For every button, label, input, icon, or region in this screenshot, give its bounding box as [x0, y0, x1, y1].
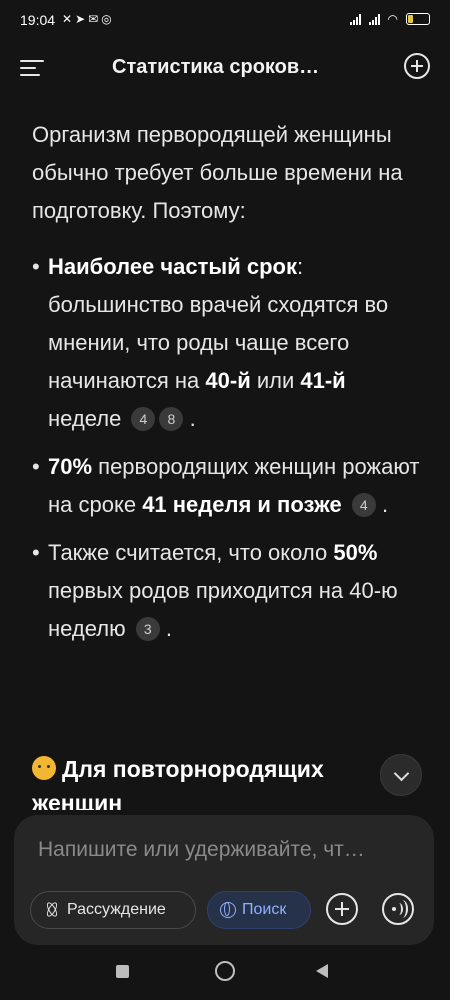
bold-text: 70% [48, 454, 93, 479]
text: . [165, 616, 172, 641]
status-bar: 19:04 ✕➤✉◎ ◠ 27 [0, 0, 450, 44]
reasoning-label: Рассуждение [67, 901, 166, 918]
menu-icon[interactable] [20, 56, 46, 80]
battery-level: 27 [412, 13, 423, 23]
back-icon[interactable] [316, 964, 328, 978]
list-item: Наиболее частый срок: большинство врачей… [32, 248, 422, 438]
search-label: Поиск [242, 901, 287, 918]
citation-badge[interactable]: 8 [159, 407, 184, 431]
notification-icons: ✕➤✉◎ [62, 12, 115, 26]
message-input[interactable] [36, 829, 420, 871]
bold-text: Наиболее частый срок [48, 254, 297, 279]
search-button[interactable]: Поиск [207, 891, 311, 929]
message-composer: Рассуждение Поиск [14, 815, 434, 945]
section-heading: Для повторнородящих женщин [32, 752, 372, 810]
text: . [189, 406, 196, 431]
new-chat-icon[interactable] [404, 53, 430, 79]
status-time: 19:04 [20, 12, 56, 28]
chat-message: Организм первородящей женщины обычно тре… [32, 116, 422, 658]
citation-badge[interactable]: 4 [351, 493, 376, 517]
system-icons: ◠ 27 [349, 12, 430, 26]
text: неделе [48, 406, 122, 431]
text: или [250, 368, 301, 393]
wifi-icon: ◠ [387, 12, 398, 26]
text: . [381, 492, 389, 517]
recents-icon[interactable] [116, 965, 129, 978]
list-item: Также считается, что около 50% первых ро… [32, 534, 422, 648]
home-icon[interactable] [215, 961, 235, 981]
system-nav-bar [0, 955, 450, 1000]
citation-badge[interactable]: 4 [131, 407, 156, 431]
message-intro: Организм первородящей женщины обычно тре… [32, 122, 403, 223]
muted-icon: ✕ [62, 12, 76, 26]
telegram-icon: ➤ [75, 12, 89, 26]
chat-title[interactable]: Статистика сроков… [112, 56, 319, 79]
scroll-down-icon[interactable] [380, 754, 422, 796]
citation-badge[interactable]: 3 [135, 617, 160, 641]
voice-mode-icon[interactable] [382, 893, 414, 925]
signal-icon-2 [368, 13, 380, 25]
section-title: Для повторнородящих женщин [32, 756, 324, 810]
bold-text: 41 неделя и позже [142, 492, 342, 517]
bold-text: 50% [333, 540, 378, 565]
instagram-icon: ◎ [101, 12, 115, 26]
battery-icon: 27 [406, 13, 430, 25]
baby-emoji-icon [32, 756, 56, 780]
text: первых родов приходится на 40-ю неделю [48, 578, 398, 641]
mail-icon: ✉ [88, 12, 102, 26]
text: Также считается, что около [48, 540, 334, 565]
globe-icon [220, 902, 236, 918]
bold-text: 41-й [300, 368, 346, 393]
attach-plus-icon[interactable] [326, 893, 358, 925]
atom-icon [43, 901, 61, 919]
bullet-list: Наиболее частый срок: большинство врачей… [32, 248, 422, 648]
list-item: 70% первородящих женщин рожают на сроке … [32, 448, 422, 524]
bold-text: 40-й [205, 368, 251, 393]
app-header: Статистика сроков… [0, 44, 450, 92]
reasoning-button[interactable]: Рассуждение [30, 891, 196, 929]
signal-icon-1 [349, 13, 361, 25]
